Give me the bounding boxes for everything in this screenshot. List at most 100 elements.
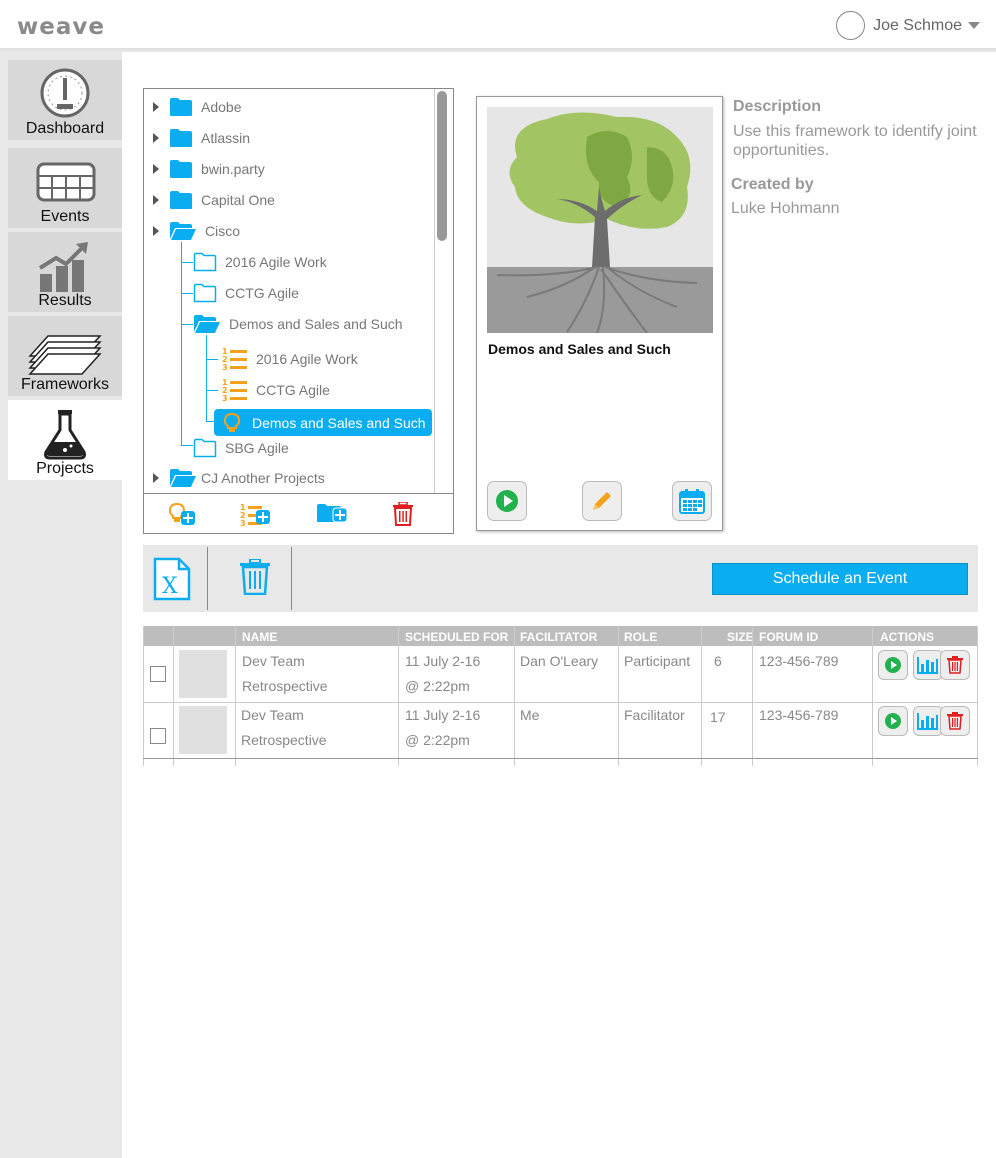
column-header-name[interactable]: NAME [242,630,277,644]
schedule-event-button[interactable]: Schedule an Event [712,563,968,595]
delete-event-button[interactable] [940,706,970,736]
tree-item-cisco[interactable]: Cisco [153,219,240,243]
description-heading: Description [733,98,822,115]
results-button[interactable] [913,650,943,680]
column-header-actions: ACTIONS [880,630,934,644]
user-menu[interactable]: Joe Schmoe [836,11,980,40]
project-tree[interactable]: Adobe Atlassin bwin.party Capital One Ci… [143,88,454,534]
event-facilitator: Dan O'Leary [520,653,599,669]
divider [207,547,208,610]
event-date: 11 July 2-16 @ 2:22pm [405,649,480,699]
tree-image [487,107,713,333]
grid-line [618,626,619,766]
sidebar-label: Dashboard [25,120,105,137]
row-thumbnail [179,650,227,698]
event-date-line1: 11 July 2-16 [405,707,481,723]
trash-icon[interactable] [239,558,271,600]
sidebar-item-dashboard[interactable]: Dashboard [8,60,122,140]
event-date-line1: 11 July 2-16 [405,653,481,669]
tree-item-demos-folder[interactable]: Demos and Sales and Such [193,312,403,336]
start-event-button[interactable] [878,650,908,680]
delete-event-button[interactable] [940,650,970,680]
column-header-role[interactable]: ROLE [624,630,657,644]
schedule-button[interactable] [672,481,712,521]
tree-item-label: Demos and Sales and Such [229,316,403,332]
event-name: Dev Team Retrospective [242,649,328,699]
tree-item-cj-another-projects[interactable]: CJ Another Projects [153,466,325,490]
tree-item-demos-selected[interactable]: Demos and Sales and Such [214,409,432,436]
divider [291,547,292,610]
sidebar-item-events[interactable]: Events [8,148,122,228]
folder-open-icon [194,315,220,333]
created-by-value: Luke Hohmann [731,200,840,217]
tree-connector [206,359,218,360]
sidebar-item-frameworks[interactable]: Frameworks [8,316,122,396]
add-list-icon[interactable]: 1 2 3 [240,502,272,533]
add-folder-icon[interactable] [316,502,348,531]
sidebar-item-results[interactable]: Results [8,232,122,312]
folder-outline-icon [193,438,217,458]
play-button[interactable] [487,481,527,521]
tree-item-label: CJ Another Projects [201,470,325,486]
column-header-forum-id[interactable]: FORUM ID [759,630,818,644]
column-header-facilitator[interactable]: FACILITATOR [520,630,597,644]
expand-arrow-icon[interactable] [153,195,159,205]
column-header-scheduled[interactable]: SCHEDULED FOR [405,630,508,644]
tree-item-label: Cisco [205,223,241,239]
tree-item-label: 2016 Agile Work [225,254,327,270]
avatar[interactable] [836,11,866,40]
excel-export-icon[interactable]: X [153,557,191,606]
grid-line [173,626,174,766]
tree-item-sbg-agile[interactable]: SBG Agile [193,436,289,460]
sidebar-item-projects[interactable]: Projects [8,400,122,480]
numbered-list-icon: 1 2 3 [222,378,247,403]
lightbulb-icon [224,412,240,432]
expand-arrow-icon[interactable] [153,102,159,112]
user-name[interactable]: Joe Schmoe [873,17,962,35]
grid-line [235,626,236,766]
event-name-line2: Retrospective [241,732,327,748]
tree-item-cctg-agile-list[interactable]: 1 2 3 CCTG Agile [222,378,330,403]
folder-icon [170,98,192,116]
play-icon [496,490,518,512]
tree-item-label: CCTG Agile [225,285,299,301]
chevron-down-icon[interactable] [968,22,980,29]
row-checkbox[interactable] [150,666,166,682]
event-size: 17 [710,709,726,725]
scrollbar-thumb[interactable] [437,91,447,241]
event-role: Facilitator [624,707,685,723]
results-button[interactable] [913,706,943,736]
start-event-button[interactable] [878,706,908,736]
grid-line [977,626,978,766]
expand-arrow-icon[interactable] [153,473,159,483]
framework-card[interactable]: Demos and Sales and Such [476,96,723,531]
expand-arrow-icon[interactable] [153,226,159,236]
tree-item-capital-one[interactable]: Capital One [153,188,275,212]
column-header-size[interactable]: SIZE [727,630,754,644]
tree-item-cctg-agile[interactable]: CCTG Agile [193,281,299,305]
grid-line [514,626,515,766]
action-bar: X Schedule an Event [143,545,978,612]
app-logo[interactable]: weave [17,14,105,40]
stacked-papers-icon [28,335,102,375]
tree-item-atlassin[interactable]: Atlassin [153,126,250,150]
grid-line [752,626,753,766]
tree-item-label: Adobe [201,99,242,115]
sidebar: Dashboard Events Results Frameworks Proj… [0,52,122,1158]
add-idea-icon[interactable] [168,502,196,531]
trash-icon[interactable] [392,501,414,531]
tree-item-2016-agile-work-list[interactable]: 1 2 3 2016 Agile Work [222,347,358,372]
event-size: 6 [714,653,722,669]
tree-item-adobe[interactable]: Adobe [153,95,241,119]
calendar-grid-icon [36,162,96,202]
expand-arrow-icon[interactable] [153,164,159,174]
folder-icon [170,160,192,178]
tree-item-bwin-party[interactable]: bwin.party [153,157,265,181]
row-checkbox[interactable] [150,728,166,744]
edit-button[interactable] [582,481,622,521]
expand-arrow-icon[interactable] [153,133,159,143]
grid-line [398,626,399,766]
event-date-line2: @ 2:22pm [405,678,470,694]
tree-item-label: CCTG Agile [256,382,330,398]
tree-item-2016-agile-work[interactable]: 2016 Agile Work [193,250,327,274]
